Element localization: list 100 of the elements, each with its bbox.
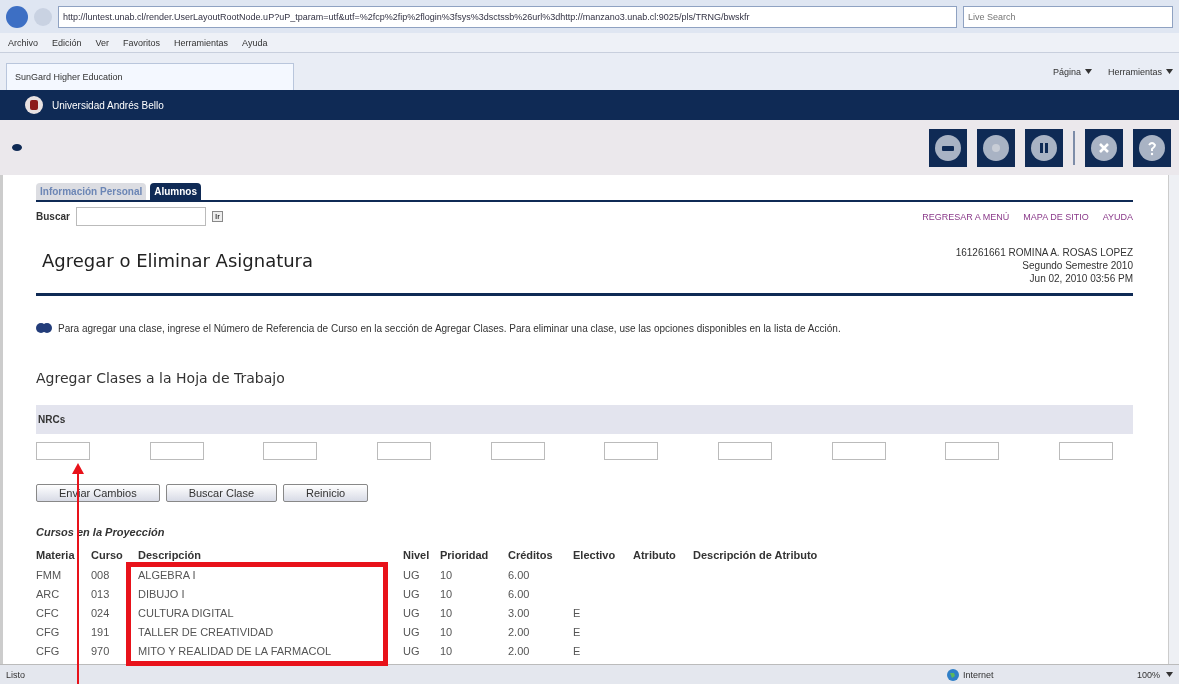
form-button[interactable]: Buscar Clase bbox=[165, 484, 278, 502]
table-cell: 6.00 bbox=[508, 587, 530, 600]
table-cell: UG bbox=[403, 606, 420, 619]
go-button[interactable]: Ir bbox=[211, 211, 223, 222]
table-cell: UG bbox=[403, 625, 420, 638]
menu-item[interactable]: Archivo bbox=[8, 37, 38, 48]
toolbar-menu[interactable]: Página bbox=[1052, 66, 1081, 77]
menu-item[interactable]: Edición bbox=[52, 37, 82, 48]
circle-button[interactable] bbox=[977, 128, 1015, 167]
nav-link[interactable]: REGRESAR A MENÚ bbox=[922, 211, 1010, 222]
tab[interactable]: Alumnos bbox=[150, 183, 202, 200]
table-cell: 6.00 bbox=[508, 568, 530, 581]
column-header: Descripción de Atributo bbox=[693, 548, 819, 563]
close-icon bbox=[1090, 133, 1118, 162]
table-cell: 10 bbox=[440, 606, 453, 619]
table-cell: 10 bbox=[440, 568, 453, 581]
column-header: Electivo bbox=[573, 546, 633, 565]
university-name: Universidad Andrés Bello bbox=[52, 99, 164, 111]
zone-text: Internet bbox=[962, 669, 994, 680]
table-cell: 008 bbox=[91, 568, 110, 581]
table-cell: FMM bbox=[36, 568, 62, 581]
nrc-field[interactable] bbox=[717, 442, 772, 460]
table-cell: 10 bbox=[440, 644, 453, 657]
nrc-field[interactable] bbox=[490, 442, 545, 460]
pause-button[interactable] bbox=[1025, 128, 1063, 167]
nrc-field[interactable] bbox=[604, 442, 659, 460]
table-cell: E bbox=[573, 625, 581, 638]
browser-tab[interactable]: SunGard Higher Education bbox=[6, 63, 294, 90]
table-cell: 10 bbox=[440, 587, 453, 600]
info-icon bbox=[36, 322, 52, 334]
table-cell: 013 bbox=[91, 587, 110, 600]
column-header: Prioridad bbox=[440, 546, 508, 565]
back-button[interactable] bbox=[6, 5, 28, 28]
nrc-field[interactable] bbox=[1058, 442, 1113, 460]
small-icon bbox=[12, 144, 22, 151]
nav-link[interactable]: AYUDA bbox=[1102, 211, 1133, 222]
menu-item[interactable]: Herramientas bbox=[174, 37, 229, 48]
table-cell: E bbox=[573, 644, 581, 657]
search-field[interactable]: Live Search bbox=[963, 5, 1173, 28]
caret-icon bbox=[1084, 69, 1092, 74]
help-icon bbox=[1138, 133, 1166, 162]
table-cell: 3.00 bbox=[508, 606, 530, 619]
nrc-band: NRCs bbox=[36, 405, 1133, 434]
minus-icon bbox=[934, 133, 962, 162]
nrc-field[interactable] bbox=[36, 442, 90, 460]
menu-item[interactable]: Ayuda bbox=[242, 37, 268, 48]
close-button[interactable] bbox=[1085, 128, 1123, 167]
column-header: Descripción bbox=[138, 546, 403, 565]
user-info: 161261661 ROMINA A. ROSAS LOPEZ bbox=[955, 246, 1133, 259]
nrc-field[interactable] bbox=[376, 442, 431, 460]
column-header: Créditos bbox=[508, 546, 573, 565]
minus-button[interactable] bbox=[929, 128, 967, 167]
table-cell: CFG bbox=[36, 625, 60, 638]
table-cell: TALLER DE CREATIVIDAD bbox=[138, 625, 274, 638]
page-title: Agregar o Eliminar Asignatura bbox=[42, 250, 314, 271]
table-cell: 10 bbox=[440, 625, 453, 638]
table-cell: DIBUJO I bbox=[138, 587, 185, 600]
table-cell: UG bbox=[403, 568, 420, 581]
help-button[interactable] bbox=[1133, 128, 1171, 167]
table-cell: 024 bbox=[91, 606, 110, 619]
crest-icon bbox=[24, 95, 44, 115]
nrc-field[interactable] bbox=[945, 442, 1000, 460]
table-cell: CFG bbox=[36, 644, 60, 657]
menu-item[interactable]: Favoritos bbox=[123, 37, 161, 48]
table-cell: UG bbox=[403, 644, 420, 657]
caret-icon bbox=[1166, 672, 1173, 677]
table-cell: 2.00 bbox=[508, 625, 530, 638]
table-cell: MITO Y REALIDAD DE LA FARMACOL bbox=[138, 644, 332, 657]
user-info: Segundo Semestre 2010 bbox=[1021, 259, 1133, 272]
table-cell: 191 bbox=[91, 625, 110, 638]
table-cell: E bbox=[573, 606, 581, 619]
nrc-field[interactable] bbox=[263, 442, 318, 460]
table-cell: CULTURA DIGITAL bbox=[138, 606, 234, 619]
scrollbar[interactable] bbox=[1168, 175, 1179, 664]
search-input[interactable] bbox=[75, 207, 206, 226]
status-text: Listo bbox=[6, 669, 25, 680]
nav-link[interactable]: MAPA DE SITIO bbox=[1023, 211, 1089, 222]
form-button[interactable]: Reinicio bbox=[283, 484, 369, 502]
table-cell: ALGEBRA I bbox=[138, 568, 196, 581]
circle-icon bbox=[982, 133, 1010, 162]
table-cell: CFC bbox=[36, 606, 59, 619]
table-cell: UG bbox=[403, 587, 420, 600]
column-header: Nivel bbox=[403, 546, 440, 565]
nrc-field[interactable] bbox=[149, 442, 204, 460]
nrc-field[interactable] bbox=[831, 442, 886, 460]
menu-item[interactable]: Ver bbox=[95, 37, 110, 48]
section-title: Agregar Clases a la Hoja de Trabajo bbox=[36, 370, 286, 386]
column-header: Materia bbox=[36, 546, 91, 565]
caret-icon bbox=[1166, 69, 1173, 74]
table-cell: 2.00 bbox=[508, 644, 530, 657]
globe-icon bbox=[946, 668, 959, 681]
toolbar-menu[interactable]: Herramientas bbox=[1107, 66, 1162, 77]
address-field[interactable]: http://luntest.unab.cl/render.UserLayoutRootNode.uP?uP_tparam=utf&utf=%2fcp%2fip%2flogin%3fsys%3dsctssb%26url%3dhttp://manzano3.unab.cl:9025/pls/TRNG/bwskfr bbox=[58, 5, 957, 28]
pause-icon bbox=[1030, 133, 1058, 162]
zoom-level[interactable]: 100% bbox=[1136, 669, 1160, 680]
user-info: Jun 02, 2010 03:56 PM bbox=[1028, 272, 1133, 285]
column-header: Atributo bbox=[633, 546, 693, 565]
table-cell: 970 bbox=[91, 644, 110, 657]
search-label: Buscar bbox=[36, 211, 70, 222]
column-header: Curso bbox=[91, 546, 138, 565]
